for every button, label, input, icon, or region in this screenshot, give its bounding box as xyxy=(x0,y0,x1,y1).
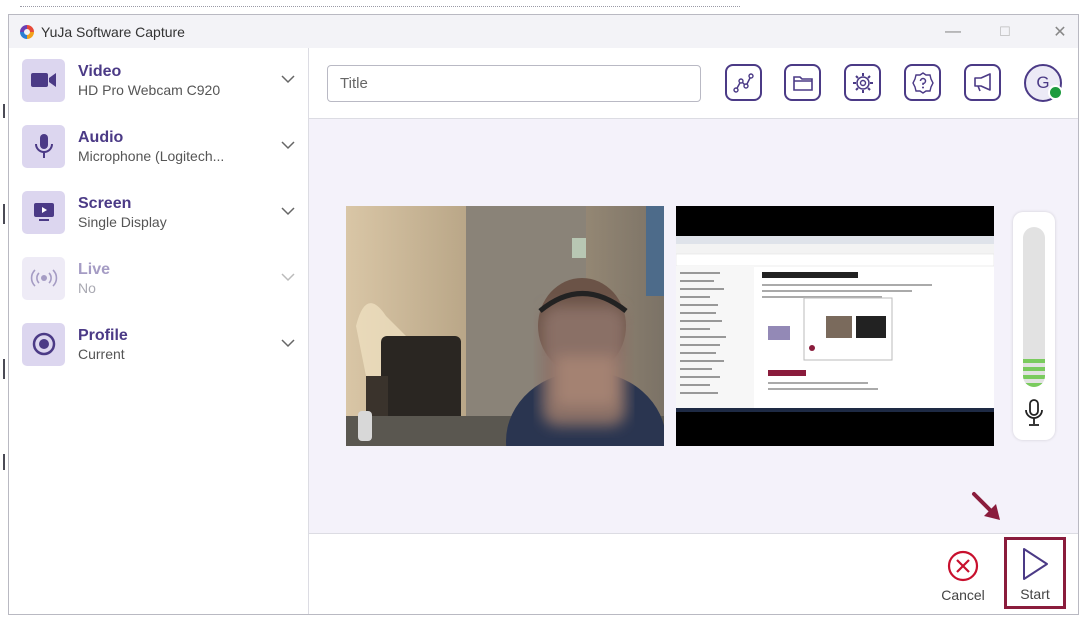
cancel-button[interactable]: Cancel xyxy=(938,550,988,612)
video-camera-icon xyxy=(30,73,56,87)
announcement-icon xyxy=(973,72,991,91)
chevron-down-icon[interactable] xyxy=(279,70,297,88)
chevron-down-icon[interactable] xyxy=(279,136,297,154)
audio-level-bar xyxy=(1023,375,1045,379)
user-avatar[interactable]: G xyxy=(1024,64,1063,102)
announcement-button[interactable] xyxy=(964,64,1001,101)
source-item-live[interactable]: Live No xyxy=(22,253,297,303)
microphone-icon xyxy=(1025,399,1043,426)
window-title: YuJa Software Capture xyxy=(41,23,185,40)
analytics-button[interactable] xyxy=(725,64,762,101)
source-subtitle: No xyxy=(78,279,96,296)
source-subtitle: Microphone (Logitech... xyxy=(78,147,225,164)
screen-source-tile xyxy=(22,190,65,234)
title-input[interactable] xyxy=(327,65,701,102)
screen-preview xyxy=(676,206,994,446)
audio-source-tile xyxy=(22,124,65,168)
source-item-screen[interactable]: Screen Single Display xyxy=(22,187,297,237)
audio-level-meter xyxy=(1013,212,1055,440)
source-item-video[interactable]: Video HD Pro Webcam C920 xyxy=(22,55,297,105)
broadcast-icon xyxy=(30,269,57,287)
source-item-profile[interactable]: Profile Current xyxy=(22,319,297,369)
folder-button[interactable] xyxy=(784,64,821,101)
source-subtitle: HD Pro Webcam C920 xyxy=(78,81,221,98)
online-status-dot xyxy=(1048,85,1063,100)
cancel-label: Cancel xyxy=(941,587,985,603)
settings-icon xyxy=(852,72,873,93)
source-item-audio[interactable]: Audio Microphone (Logitech... xyxy=(22,121,297,171)
analytics-icon xyxy=(732,72,754,93)
source-title: Audio xyxy=(78,128,124,146)
audio-level-bar xyxy=(1023,359,1045,363)
source-sidebar: Video HD Pro Webcam C920 Audio Microphon… xyxy=(9,48,309,614)
help-icon xyxy=(911,71,934,94)
maximize-button[interactable]: ☐ xyxy=(985,15,1025,48)
microphone-icon xyxy=(34,134,53,158)
source-title: Screen xyxy=(78,194,132,212)
top-toolbar: G xyxy=(309,48,1078,119)
start-button[interactable]: Start xyxy=(1004,537,1066,609)
app-window: YuJa Software Capture — ☐ ✕ Video HD Pro… xyxy=(8,14,1079,615)
chevron-down-icon[interactable] xyxy=(279,268,297,286)
profile-circle-icon xyxy=(32,332,55,356)
source-title: Video xyxy=(78,62,122,80)
webcam-preview xyxy=(346,206,664,446)
chevron-down-icon[interactable] xyxy=(279,334,297,352)
chevron-down-icon[interactable] xyxy=(279,202,297,220)
bottom-action-bar: Cancel Start xyxy=(309,534,1078,614)
settings-button[interactable] xyxy=(844,64,881,101)
profile-source-tile xyxy=(22,322,65,366)
minimize-button[interactable]: — xyxy=(933,15,973,48)
audio-level-bar xyxy=(1023,367,1045,371)
video-source-tile xyxy=(22,58,65,102)
audio-level-bar xyxy=(1023,383,1045,387)
source-subtitle: Current xyxy=(78,345,125,362)
monitor-play-icon xyxy=(33,203,54,221)
yuja-logo-icon xyxy=(20,24,34,39)
help-button[interactable] xyxy=(904,64,941,101)
source-title: Profile xyxy=(78,326,128,344)
start-label: Start xyxy=(1020,586,1050,602)
preview-area xyxy=(309,119,1078,534)
audio-level-track xyxy=(1023,227,1045,387)
close-button[interactable]: ✕ xyxy=(1041,15,1078,48)
annotation-arrow-icon xyxy=(972,492,1000,520)
live-source-tile xyxy=(22,256,65,300)
cancel-circle-x-icon xyxy=(947,550,979,582)
source-title: Live xyxy=(78,260,111,278)
background-edge xyxy=(0,14,8,617)
folder-icon xyxy=(792,75,813,91)
play-icon xyxy=(1023,548,1048,580)
title-bar: YuJa Software Capture — ☐ ✕ xyxy=(9,15,1078,48)
source-subtitle: Single Display xyxy=(78,213,167,230)
background-document-strip xyxy=(0,0,1083,14)
